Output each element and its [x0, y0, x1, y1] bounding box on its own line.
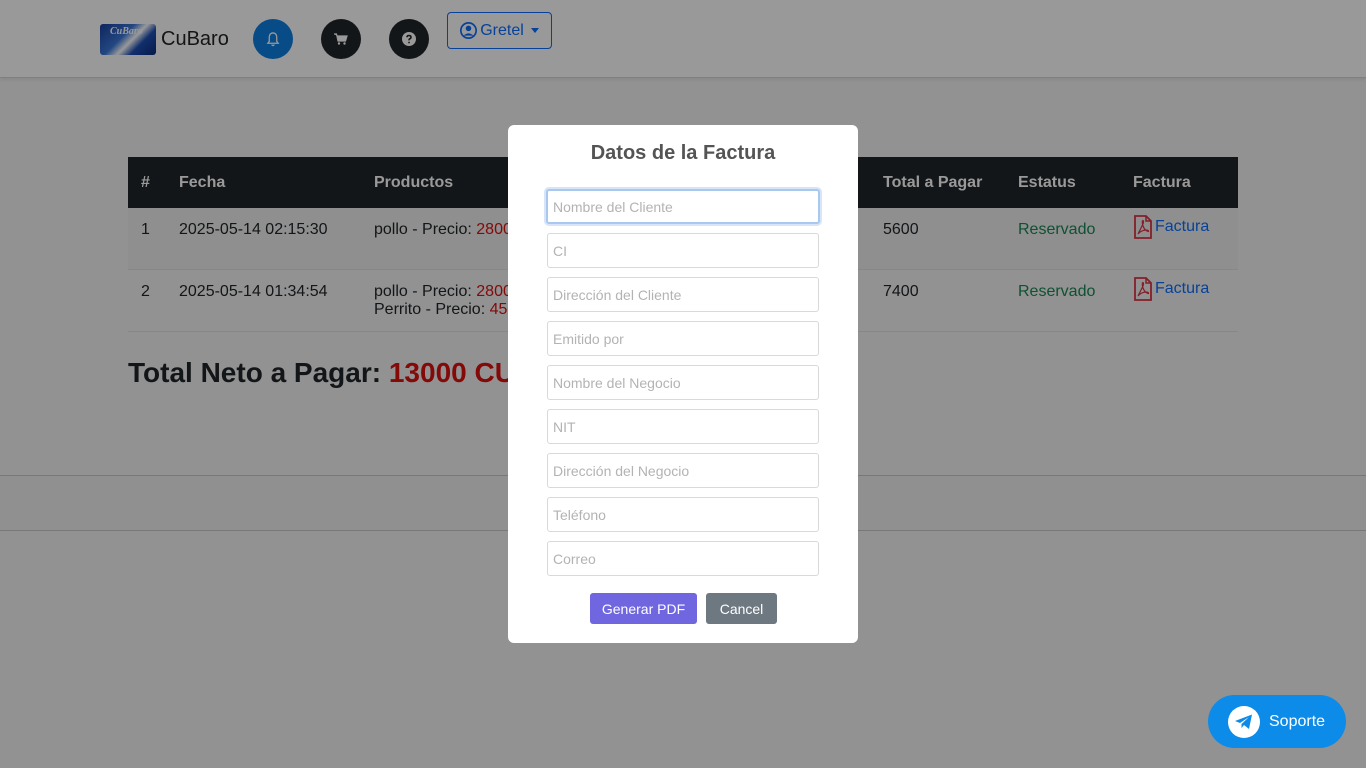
modal-title: Datos de la Factura: [590, 142, 776, 164]
ci-input[interactable]: [547, 233, 819, 268]
invoice-modal: Datos de la Factura Generar PDF Cancel: [508, 125, 858, 643]
phone-input[interactable]: [547, 497, 819, 532]
email-input[interactable]: [547, 541, 819, 576]
cancel-button[interactable]: Cancel: [706, 593, 777, 624]
telegram-icon: [1228, 705, 1260, 738]
support-button[interactable]: Soporte: [1208, 695, 1346, 748]
generate-pdf-button[interactable]: Generar PDF: [590, 593, 697, 624]
business-address-input[interactable]: [547, 453, 819, 488]
business-name-input[interactable]: [547, 365, 819, 400]
client-name-input[interactable]: [546, 189, 820, 224]
support-label: Soporte: [1269, 712, 1326, 730]
client-address-input[interactable]: [547, 277, 819, 312]
issued-by-input[interactable]: [547, 321, 819, 356]
nit-input[interactable]: [547, 409, 819, 444]
